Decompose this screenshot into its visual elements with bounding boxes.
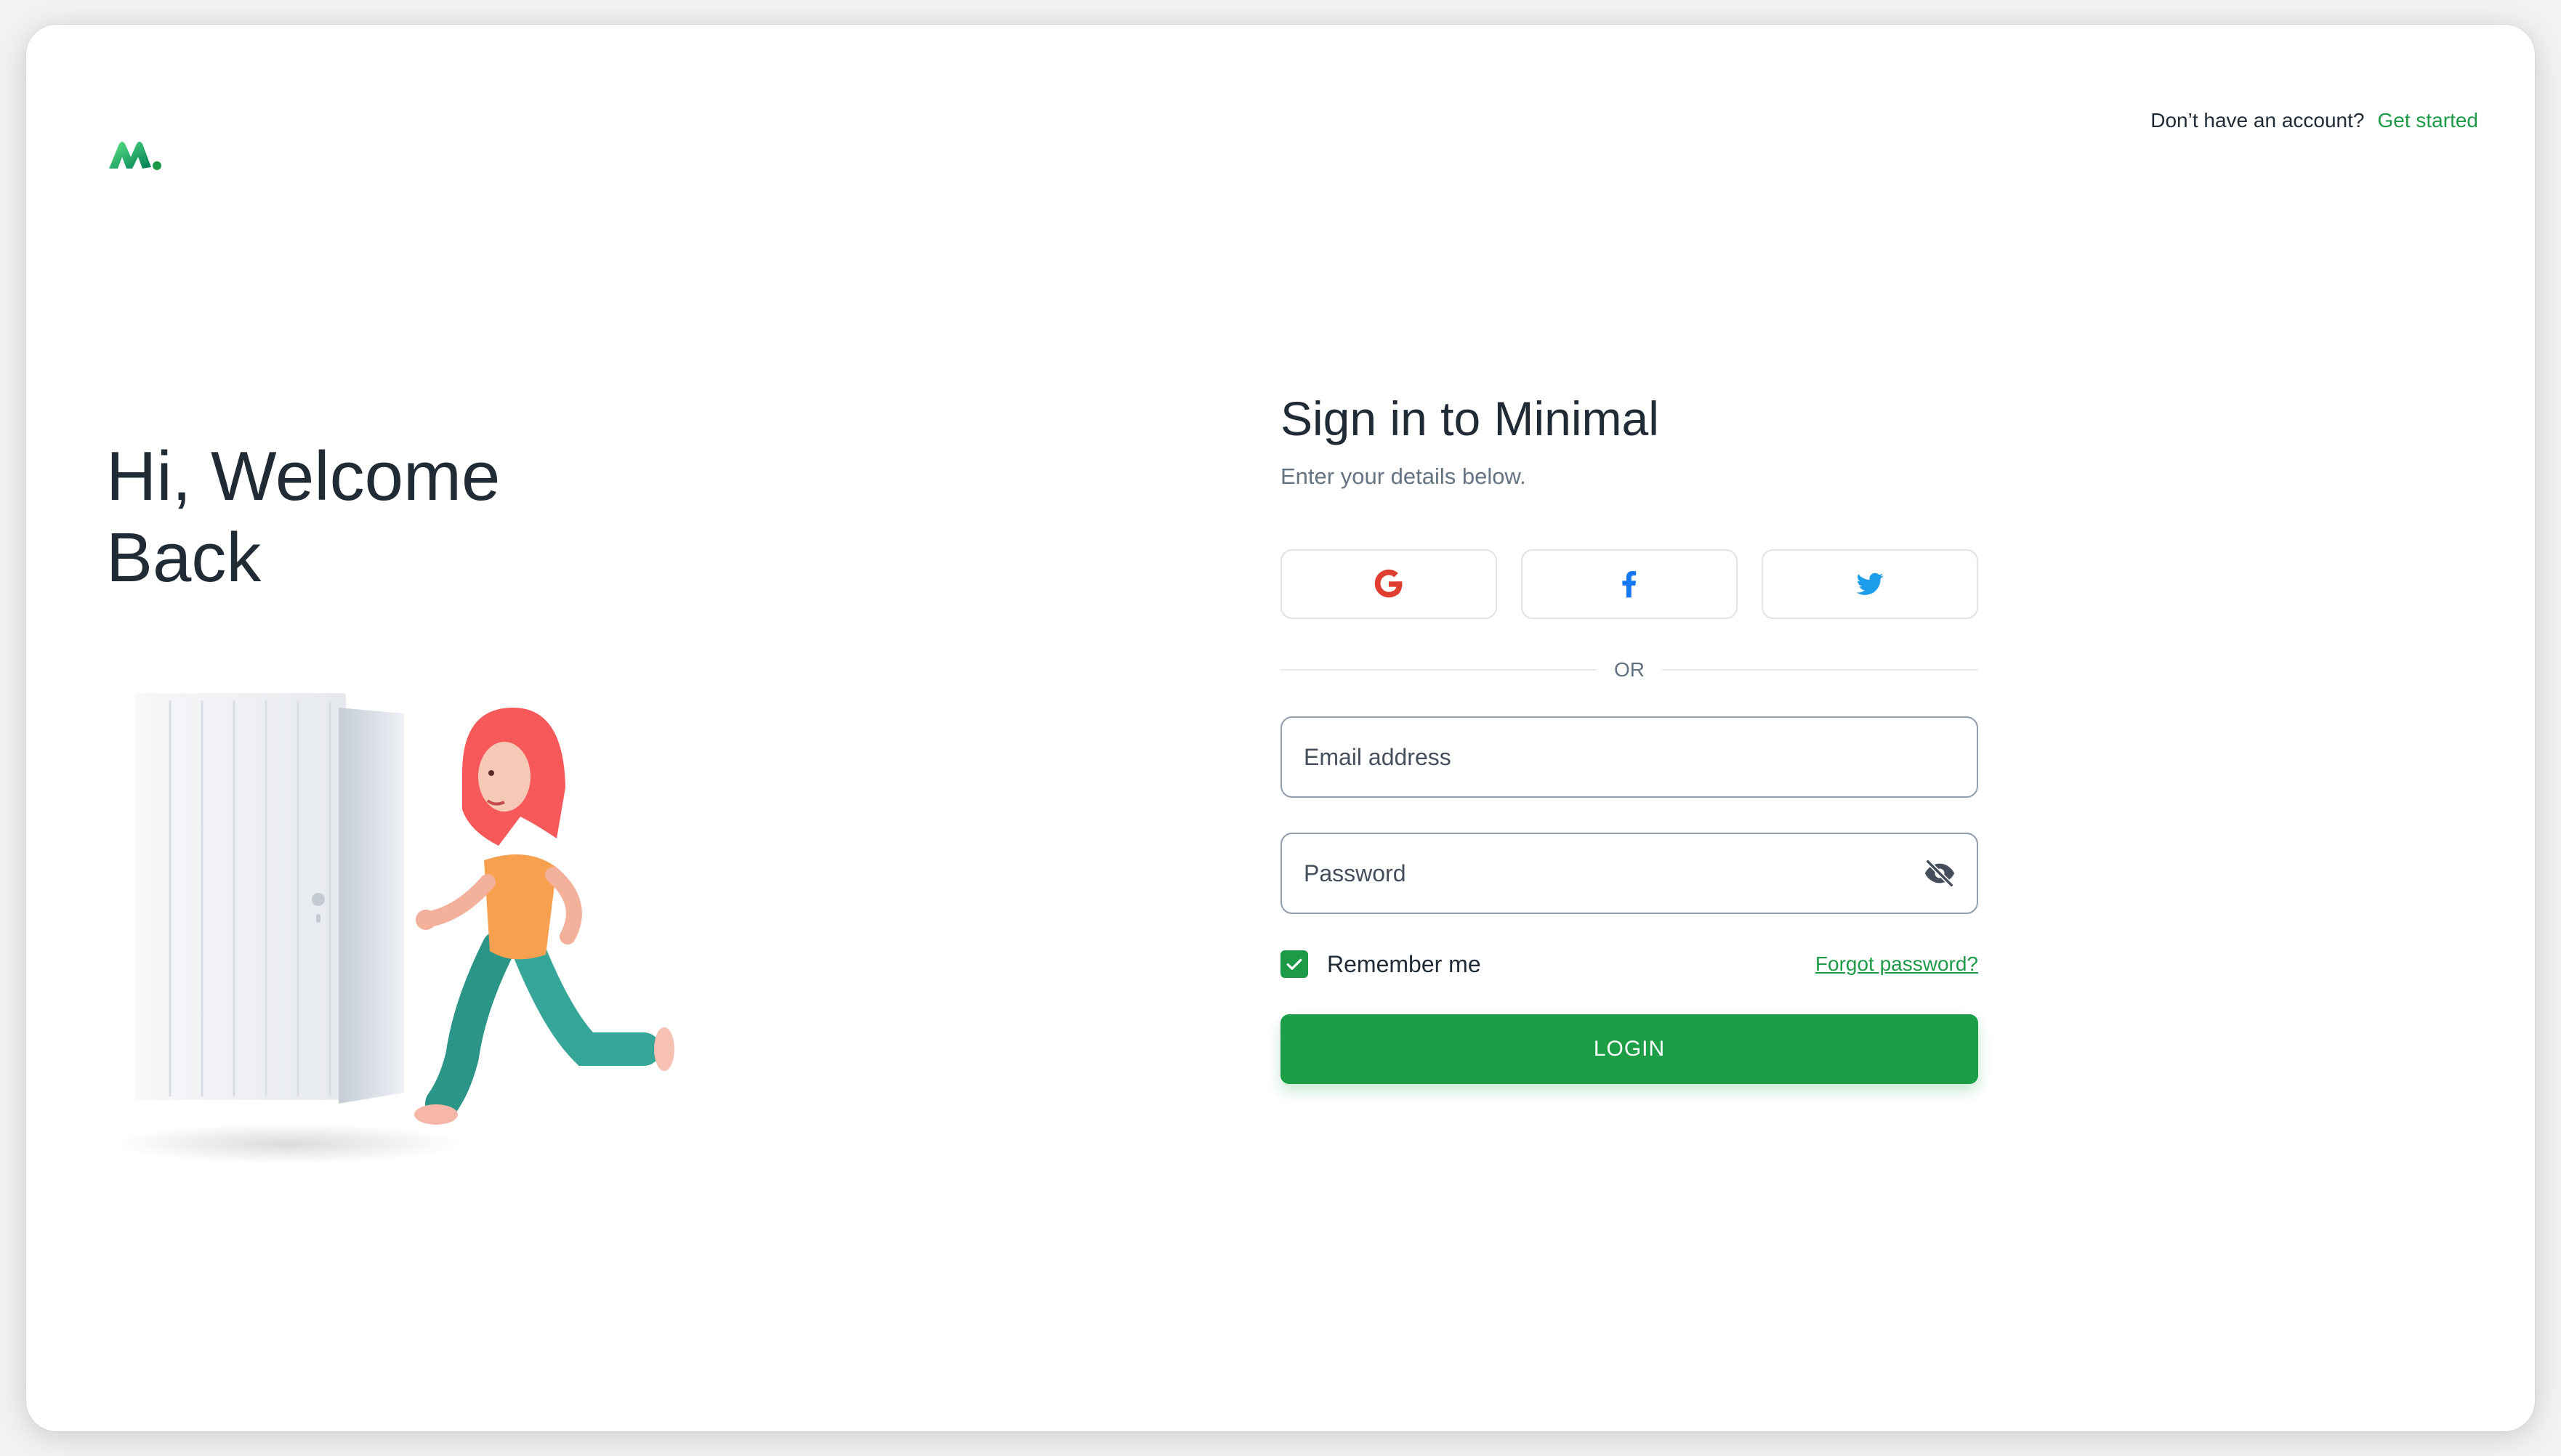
woman-running-through-door-illustration bbox=[113, 679, 717, 1173]
login-button[interactable]: LOGIN bbox=[1280, 1014, 1978, 1084]
remember-checkbox[interactable] bbox=[1280, 950, 1308, 978]
get-started-link[interactable]: Get started bbox=[2377, 106, 2478, 135]
signup-prompt: Don’t have an account? Get started bbox=[2150, 106, 2478, 135]
form-title: Sign in to Minimal bbox=[1280, 392, 1659, 445]
email-input[interactable] bbox=[1302, 743, 1956, 772]
facebook-login-button[interactable] bbox=[1521, 549, 1738, 619]
form-subtitle: Enter your details below. bbox=[1280, 464, 1526, 489]
twitter-icon bbox=[1856, 573, 1884, 595]
google-icon bbox=[1374, 569, 1403, 598]
welcome-heading-line2: Back bbox=[106, 519, 262, 596]
forgot-password-link[interactable]: Forgot password? bbox=[1815, 953, 1978, 976]
welcome-heading: Hi, Welcome Back bbox=[106, 436, 615, 599]
twitter-login-button[interactable] bbox=[1762, 549, 1978, 619]
signup-prompt-text: Don’t have an account? bbox=[2150, 109, 2365, 132]
divider-line-left bbox=[1280, 669, 1597, 671]
divider-text: OR bbox=[1614, 658, 1645, 681]
facebook-icon bbox=[1622, 571, 1637, 598]
welcome-heading-line1: Hi, Welcome bbox=[106, 437, 501, 515]
or-divider: OR bbox=[1280, 655, 1978, 684]
password-input[interactable] bbox=[1302, 859, 1956, 888]
check-icon bbox=[1286, 958, 1302, 970]
remember-me[interactable]: Remember me bbox=[1280, 950, 1481, 978]
password-field[interactable] bbox=[1280, 833, 1978, 914]
remember-label: Remember me bbox=[1327, 950, 1481, 977]
social-login-buttons bbox=[1280, 549, 1978, 619]
minimal-logo-icon[interactable] bbox=[106, 134, 164, 177]
eye-off-icon[interactable] bbox=[1923, 857, 1956, 890]
app-window: Don’t have an account? Get started Hi, W… bbox=[26, 25, 2535, 1431]
divider-line-right bbox=[1662, 669, 1978, 671]
remember-row: Remember me Forgot password? bbox=[1280, 950, 1978, 978]
signin-form: Sign in to Minimal Enter your details be… bbox=[1280, 388, 1978, 1084]
google-login-button[interactable] bbox=[1280, 549, 1497, 619]
email-field[interactable] bbox=[1280, 716, 1978, 798]
